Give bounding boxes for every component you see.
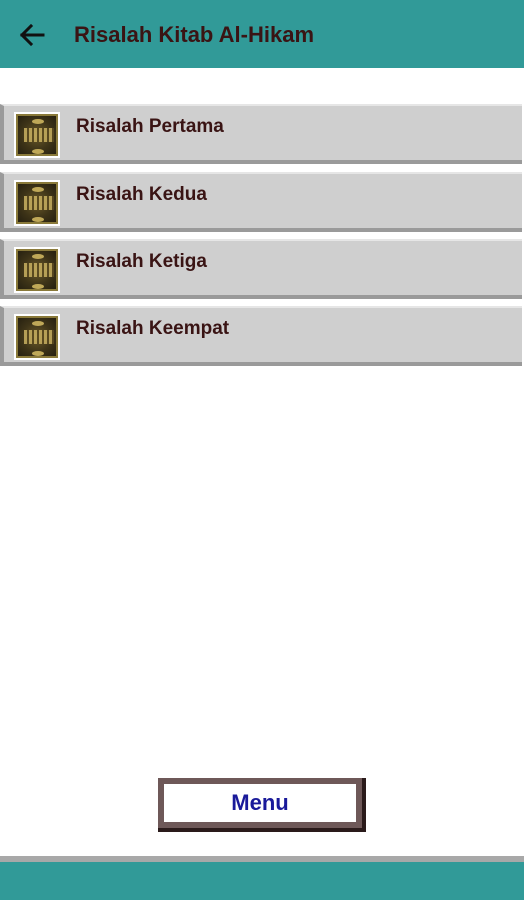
list-item-label: Risalah Kedua: [76, 184, 207, 205]
arrow-left-icon: [19, 24, 45, 46]
bottom-bar: [0, 862, 524, 900]
kitab-cover-icon: [14, 247, 60, 293]
list-item-label: Risalah Ketiga: [76, 251, 207, 272]
menu-button[interactable]: Menu: [158, 778, 366, 832]
back-button[interactable]: [14, 20, 50, 50]
menu-button-face: Menu: [164, 784, 356, 822]
app-bar: Risalah Kitab Al-Hikam: [0, 0, 524, 68]
menu-button-label: Menu: [231, 790, 289, 815]
list-item-label: Risalah Pertama: [76, 116, 224, 137]
list-item-risalah-keempat[interactable]: Risalah Keempat: [0, 306, 522, 366]
list-item-risalah-pertama[interactable]: Risalah Pertama: [0, 104, 522, 164]
kitab-cover-icon: [14, 112, 60, 158]
page-title: Risalah Kitab Al-Hikam: [74, 22, 315, 47]
kitab-cover-icon: [14, 314, 60, 360]
list-item-risalah-kedua[interactable]: Risalah Kedua: [0, 172, 522, 232]
kitab-cover-icon: [14, 180, 60, 226]
list-item-risalah-ketiga[interactable]: Risalah Ketiga: [0, 239, 522, 299]
list-item-label: Risalah Keempat: [76, 318, 230, 339]
